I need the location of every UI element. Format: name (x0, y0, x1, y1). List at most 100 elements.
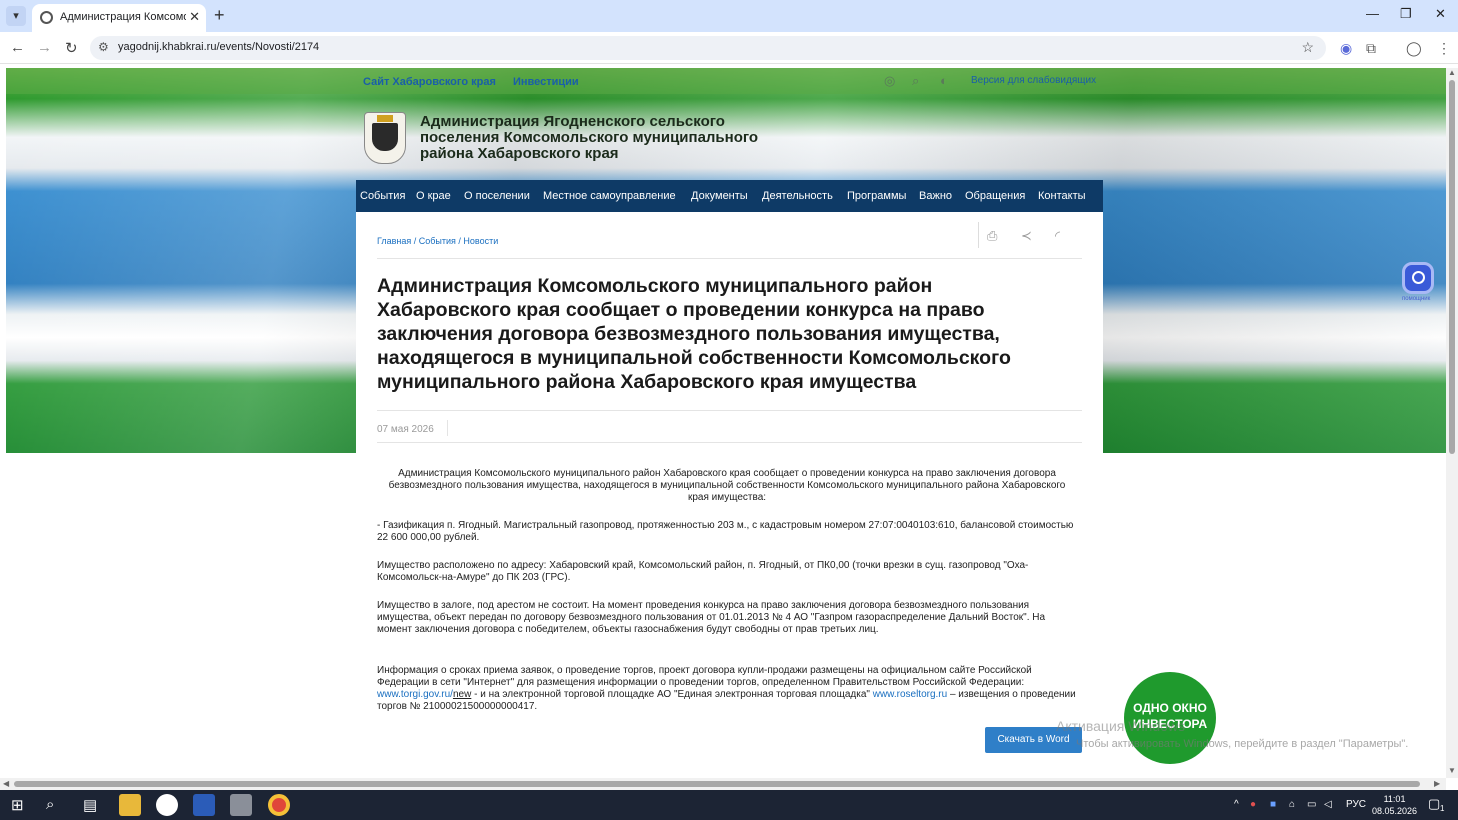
close-window-button[interactable]: ✕ (1435, 6, 1446, 22)
tab-strip: ▾ Администрация Комсомольск ✕ + — ❐ ✕ (0, 0, 1458, 32)
crown-shape (377, 115, 393, 122)
vertical-scroll-thumb[interactable] (1449, 80, 1455, 454)
new-tab-button[interactable]: + (214, 5, 225, 26)
roseltorg-link[interactable]: www.roseltorg.ru (873, 689, 947, 700)
torgi-link-text: www.torgi.gov.ru/ (377, 689, 453, 700)
extension-icon[interactable]: ◉ (1340, 40, 1352, 57)
nav-about-region[interactable]: О крае (416, 190, 451, 202)
nav-documents[interactable]: Документы (691, 190, 748, 202)
coat-of-arms-logo[interactable] (364, 112, 406, 164)
site-title[interactable]: Администрация Ягодненского сельского пос… (420, 114, 760, 162)
site-info-icon[interactable]: ⚙ (98, 40, 109, 54)
chat-bubble-icon (1412, 271, 1425, 284)
sitemap-icon[interactable]: ◎ (884, 73, 895, 89)
horizontal-scroll-thumb[interactable] (14, 781, 1420, 787)
article-paragraph-2: Имущество расположено по адресу: Хабаров… (377, 560, 1029, 583)
assistant-widget-button[interactable] (1402, 262, 1434, 294)
divider (447, 420, 448, 436)
notification-icon[interactable]: ▢ (1428, 796, 1440, 812)
rss-icon[interactable]: ◜ (1055, 228, 1060, 244)
globe-icon (40, 11, 53, 24)
nav-programs[interactable]: Программы (847, 190, 906, 202)
app-icon[interactable] (230, 794, 252, 816)
bear-emblem (372, 123, 398, 151)
file-explorer-icon[interactable] (119, 794, 141, 816)
menu-kebab-icon[interactable]: ⋮ (1437, 40, 1451, 57)
back-button[interactable]: ← (10, 39, 25, 56)
tab-search-button[interactable]: ▾ (6, 6, 26, 26)
bookmark-star-icon[interactable]: ☆ (1301, 39, 1314, 56)
task-view-icon[interactable]: ▤ (83, 796, 97, 814)
breadcrumb[interactable]: Главная / События / Новости (377, 236, 498, 246)
horizontal-scrollbar[interactable]: ◀ ▶ (0, 778, 1446, 790)
system-clock[interactable]: 11:01 08.05.2026 (1372, 793, 1417, 817)
article-intro: Администрация Комсомольского муниципальн… (388, 468, 1066, 503)
word-icon[interactable] (193, 794, 215, 816)
taskbar-search-icon[interactable]: ⌕ (46, 796, 54, 813)
scroll-left-icon[interactable]: ◀ (3, 779, 9, 788)
nav-events[interactable]: События (360, 190, 405, 202)
share-icon[interactable]: ≺ (1021, 228, 1032, 244)
assistant-label: помощник (1402, 296, 1431, 302)
article-date: 07 мая 2026 (377, 424, 434, 435)
divider (377, 442, 1082, 443)
clock-date: 08.05.2026 (1372, 806, 1418, 816)
article-tools: ⎙ ≺ ◜ (978, 222, 1082, 248)
nav-important[interactable]: Важно (919, 190, 952, 202)
address-bar[interactable]: ⚙ yagodnij.khabkrai.ru/events/Novosti/21… (90, 36, 1326, 60)
tray-app-icon[interactable]: ● (1250, 799, 1256, 810)
top-strip: Сайт Хабаровского края Инвестиции ◎ ⌕ ◐ … (6, 68, 1446, 94)
torgi-link-new: new (452, 689, 472, 700)
nav-self-government[interactable]: Местное самоуправление (543, 190, 676, 202)
vertical-scrollbar[interactable]: ▲ ▼ (1446, 68, 1458, 778)
article-title: Администрация Комсомольского муниципальн… (377, 275, 1011, 393)
page-viewport: Сайт Хабаровского края Инвестиции ◎ ⌕ ◐ … (6, 68, 1446, 778)
clock-time: 11:01 (1383, 794, 1406, 804)
volume-icon[interactable]: ◁ (1324, 799, 1332, 810)
tray-security-icon[interactable]: ■ (1270, 799, 1276, 810)
print-icon[interactable]: ⎙ (987, 228, 997, 244)
article-container: Главная / События / Новости ⎙ ≺ ◜ Админи… (356, 212, 1103, 778)
browser-tab-active[interactable]: Администрация Комсомольск ✕ (32, 4, 206, 32)
accessibility-icon[interactable]: ◐ (940, 73, 948, 88)
minimize-button[interactable]: — (1366, 6, 1379, 21)
nav-about-settlement[interactable]: О поселении (464, 190, 530, 202)
browser-toolbar: ← → ↻ ⚙ yagodnij.khabkrai.ru/events/Novo… (0, 32, 1458, 64)
tray-expand-icon[interactable]: ^ (1234, 799, 1239, 810)
scroll-right-icon[interactable]: ▶ (1434, 779, 1440, 788)
article-paragraph-3: Имущество в залоге, под арестом не состо… (377, 600, 1046, 635)
torgi-link[interactable]: www.torgi.gov.ru/new (377, 689, 471, 700)
scroll-up-icon[interactable]: ▲ (1448, 68, 1456, 77)
input-language[interactable]: РУС (1346, 799, 1366, 810)
chrome-icon[interactable] (268, 794, 290, 816)
nav-activity[interactable]: Деятельность (762, 190, 833, 202)
notification-count: 1 (1440, 804, 1445, 813)
windows-taskbar: ⊞ ⌕ ▤ ^ ● ■ ⌂ ▭ ◁ РУС 11:01 08.05.2026 ▢… (0, 790, 1458, 820)
p4-text-a: Информация о сроках приема заявок, о про… (377, 665, 1032, 688)
nav-contacts[interactable]: Контакты (1038, 190, 1086, 202)
reload-button[interactable]: ↻ (65, 39, 78, 57)
profile-icon[interactable]: ◯ (1406, 40, 1422, 57)
network-icon[interactable]: ▭ (1307, 799, 1316, 810)
tray-usb-icon[interactable]: ⌂ (1289, 799, 1295, 810)
divider (377, 410, 1082, 411)
restore-button[interactable]: ❐ (1400, 6, 1412, 22)
tab-title: Администрация Комсомольск (60, 11, 186, 23)
extensions-puzzle-icon[interactable]: ⧉ (1366, 40, 1376, 57)
url-text: yagodnij.khabkrai.ru/events/Novosti/2174 (118, 41, 320, 53)
link-khabarovsk-site[interactable]: Сайт Хабаровского края (363, 76, 496, 88)
article-paragraph-4: Информация о сроках приема заявок, о про… (377, 665, 1077, 713)
windows-start-icon[interactable]: ⊞ (11, 796, 24, 814)
close-tab-icon[interactable]: ✕ (189, 9, 200, 25)
scroll-down-icon[interactable]: ▼ (1448, 766, 1456, 775)
search-icon[interactable]: ⌕ (912, 73, 919, 89)
windows-activation-title: Активация Windows (1056, 718, 1186, 734)
p4-text-b: - и на электронной торговой площадке АО … (471, 689, 873, 700)
windows-activation-text: Чтобы активировать Windows, перейдите в … (1076, 738, 1409, 750)
link-investments[interactable]: Инвестиции (513, 76, 579, 88)
forward-button[interactable]: → (37, 39, 52, 56)
divider (377, 258, 1082, 259)
yandex-browser-icon[interactable] (156, 794, 178, 816)
nav-appeals[interactable]: Обращения (965, 190, 1025, 202)
low-vision-link[interactable]: Версия для слабовидящих (971, 75, 1096, 86)
